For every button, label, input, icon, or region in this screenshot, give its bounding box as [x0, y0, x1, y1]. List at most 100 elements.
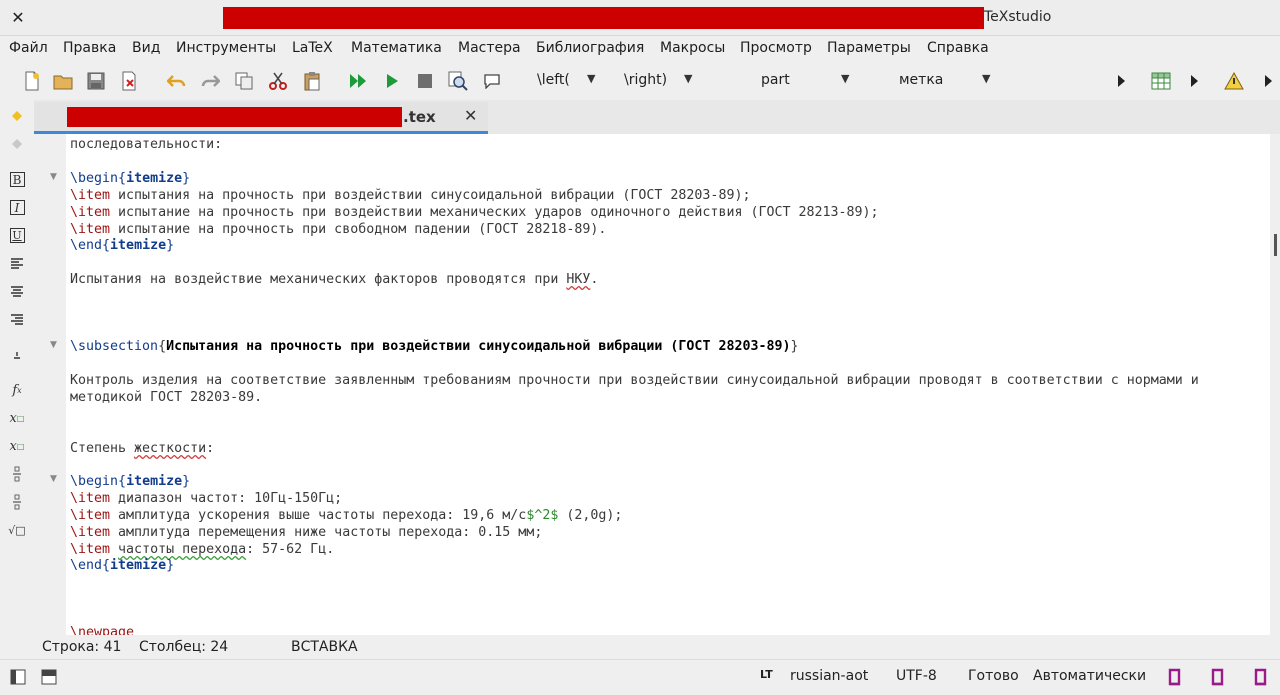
- menu-help[interactable]: Справка: [927, 40, 989, 56]
- messages-icon[interactable]: [481, 70, 503, 92]
- left-delimiter-select[interactable]: \left( ▼: [537, 72, 595, 92]
- chevron-down-icon: ▼: [587, 72, 596, 85]
- column-indicator: Столбец: 24: [139, 639, 229, 655]
- editor-line: методикой ГОСТ 28203-89.: [70, 390, 263, 405]
- build-view-icon[interactable]: [347, 70, 369, 92]
- redo-icon[interactable]: [199, 70, 221, 92]
- line-gutter: ▼ ▼ ▼: [34, 134, 66, 635]
- new-file-icon[interactable]: [21, 70, 43, 92]
- editor-line: \begin{itemize}: [70, 474, 191, 489]
- subscript-icon[interactable]: x □: [6, 408, 28, 428]
- menu-preview[interactable]: Просмотр: [740, 40, 812, 56]
- fold-toggle-icon[interactable]: ▼: [50, 340, 57, 350]
- cut-icon[interactable]: [267, 70, 289, 92]
- tab-document[interactable]: .tex ✕: [34, 102, 488, 134]
- menu-latex[interactable]: LaTeX: [292, 40, 333, 56]
- editor-line: последовательности:: [70, 137, 223, 152]
- editor-line: \item испытание на прочность при воздейс…: [70, 205, 879, 220]
- inline-check-icon[interactable]: [1209, 668, 1227, 686]
- menu-edit[interactable]: Правка: [63, 40, 116, 56]
- copy-icon[interactable]: [233, 70, 255, 92]
- spellcheck-language[interactable]: russian-aot: [790, 668, 868, 684]
- editor-line: \newpage: [70, 625, 135, 635]
- chevron-down-icon: ▼: [684, 72, 693, 85]
- close-icon[interactable]: ✕: [8, 8, 28, 28]
- editor-line: \item амплитуда перемещения ниже частоты…: [70, 525, 543, 540]
- view-search-icon[interactable]: [447, 70, 469, 92]
- editor-line: Контроль изделия на соответствие заявлен…: [70, 373, 1199, 388]
- grammar-check-icon[interactable]: [1166, 668, 1184, 686]
- menu-bibliography[interactable]: Библиография: [536, 40, 644, 56]
- bookmark-icon[interactable]: [6, 106, 28, 126]
- align-left-icon[interactable]: [6, 253, 28, 273]
- auto-mode-indicator[interactable]: Автоматически: [1033, 668, 1146, 684]
- fold-toggle-icon[interactable]: ▼: [50, 474, 57, 484]
- row-indicator: Строка: 41: [42, 639, 122, 655]
- close-tab-icon[interactable]: ✕: [464, 106, 477, 125]
- underline-icon[interactable]: U: [6, 225, 28, 245]
- editor-line: \item амплитуда ускорения выше частоты п…: [70, 508, 623, 523]
- italic-icon[interactable]: I: [6, 197, 28, 217]
- window-title: TeXstudio: [984, 9, 1052, 25]
- menu-tools[interactable]: Инструменты: [176, 40, 276, 56]
- code-editor[interactable]: последовательности: \begin{itemize} \ite…: [66, 134, 1270, 635]
- sqrt-icon[interactable]: √□: [6, 520, 28, 540]
- new-line-icon[interactable]: [6, 344, 28, 364]
- status-text: Готово: [968, 668, 1019, 684]
- close-file-icon[interactable]: [118, 70, 140, 92]
- label-value: метка: [899, 72, 944, 88]
- menu-wizards[interactable]: Мастера: [458, 40, 521, 56]
- save-icon[interactable]: [85, 70, 107, 92]
- tab-strip: .tex ✕: [34, 100, 1280, 134]
- encoding-indicator[interactable]: UTF-8: [896, 668, 937, 684]
- main-toolbar: \left( ▼ \right) ▼ part ▼ метка ▼: [0, 62, 1280, 100]
- chevron-down-icon: ▼: [982, 72, 991, 85]
- fold-toggle-icon[interactable]: ▼: [50, 172, 57, 182]
- fraction-icon[interactable]: [6, 464, 28, 484]
- right-delimiter-select[interactable]: \right) ▼: [624, 72, 692, 92]
- warning-icon[interactable]: [1223, 70, 1245, 92]
- languagetool-icon[interactable]: LT: [760, 668, 773, 681]
- chevron-down-icon: ▼: [841, 72, 850, 85]
- status-bar: LT russian-aot UTF-8 Готово Автоматическ…: [0, 659, 1280, 695]
- syntax-check-icon[interactable]: [1252, 668, 1270, 686]
- editor-line: \end{itemize}: [70, 238, 175, 253]
- left-sidebar: B I U fx x □ x □ √□: [0, 100, 34, 635]
- editor-line: Степень жесткости:: [70, 441, 215, 456]
- menu-macros[interactable]: Макросы: [660, 40, 725, 56]
- vertical-scrollbar[interactable]: [1270, 134, 1280, 635]
- redacted-path: [223, 7, 984, 29]
- title-bar: ✕ TeXstudio: [0, 0, 1280, 36]
- align-right-icon[interactable]: [6, 309, 28, 329]
- editor-line: \item испытания на прочность при воздейс…: [70, 188, 751, 203]
- sectioning-value: part: [761, 72, 790, 88]
- left-delimiter-value: \left(: [537, 72, 570, 88]
- insert-mode-indicator[interactable]: ВСТАВКА: [291, 639, 358, 655]
- toolbar-more-icon-2[interactable]: [1183, 70, 1205, 92]
- undo-icon[interactable]: [166, 70, 188, 92]
- label-select[interactable]: метка ▼: [899, 72, 990, 92]
- align-center-icon[interactable]: [6, 281, 28, 301]
- dfrac-icon[interactable]: [6, 492, 28, 512]
- table-icon[interactable]: [1150, 70, 1172, 92]
- menu-view[interactable]: Вид: [132, 40, 160, 56]
- open-folder-icon[interactable]: [52, 70, 74, 92]
- superscript-icon[interactable]: x □: [6, 436, 28, 456]
- menu-options[interactable]: Параметры: [827, 40, 911, 56]
- function-icon[interactable]: fx: [6, 380, 28, 400]
- editor-line: Испытания на воздействие механических фа…: [70, 272, 599, 287]
- structure-panel-icon[interactable]: [9, 668, 27, 686]
- compile-icon[interactable]: [381, 70, 403, 92]
- scrollbar-thumb[interactable]: [1274, 234, 1277, 256]
- editor-line: \subsection{Испытания на прочность при в…: [70, 339, 799, 354]
- toolbar-more-icon-3[interactable]: [1257, 70, 1279, 92]
- menu-file[interactable]: Файл: [9, 40, 48, 56]
- menu-math[interactable]: Математика: [351, 40, 442, 56]
- stop-icon[interactable]: [414, 70, 436, 92]
- sectioning-select[interactable]: part ▼: [761, 72, 849, 92]
- toolbar-more-icon[interactable]: [1110, 70, 1132, 92]
- messages-panel-icon[interactable]: [40, 668, 58, 686]
- bookmark-gray-icon[interactable]: [6, 134, 28, 154]
- bold-icon[interactable]: B: [6, 169, 28, 189]
- paste-icon[interactable]: [301, 70, 323, 92]
